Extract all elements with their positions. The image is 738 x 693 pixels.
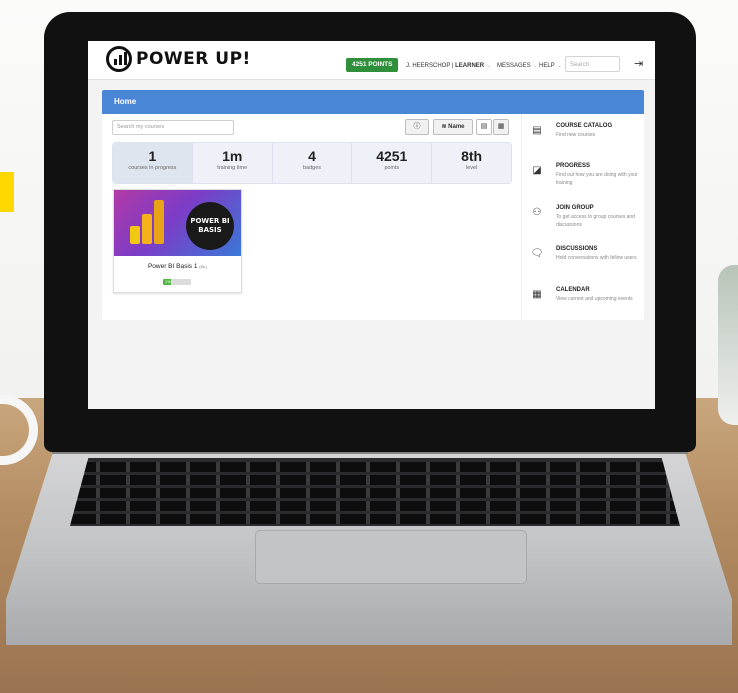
stat-training-time[interactable]: 1m training time xyxy=(193,143,273,183)
stack-icon: ≋ xyxy=(441,124,447,130)
keyboard xyxy=(70,458,680,526)
course-title[interactable]: Power BI Basis 1 (NL) xyxy=(114,263,241,270)
stat-badges[interactable]: 4 badges xyxy=(273,143,353,183)
trackpad xyxy=(255,530,527,584)
stat-points[interactable]: 4251 points xyxy=(352,143,433,183)
user-name: J. HEERSCHOP | xyxy=(406,63,454,69)
search-courses-input[interactable]: Search my courses xyxy=(112,120,234,135)
top-navigation-bar: POWER UP! 4251 POINTS J. HEERSCHOP | LEA… xyxy=(88,41,655,80)
logo[interactable]: POWER UP! xyxy=(106,46,251,72)
messages-menu[interactable]: MESSAGES ⌄ xyxy=(497,61,538,71)
grid-view-button[interactable]: ▦ xyxy=(493,119,509,135)
logout-icon[interactable]: ⇥ xyxy=(634,58,643,70)
sidebar-item-title: CALENDAR xyxy=(556,287,590,293)
user-menu[interactable]: J. HEERSCHOP | LEARNER ⌄ xyxy=(406,61,491,71)
chevron-down-icon: ⌄ xyxy=(556,63,562,69)
help-label: HELP xyxy=(539,63,555,69)
logo-text: POWER UP! xyxy=(136,49,251,69)
points-button[interactable]: 4251 POINTS xyxy=(346,58,399,72)
chart-icon: ◪ xyxy=(532,165,542,176)
sort-label: Name xyxy=(448,124,465,130)
course-thumbnail: POWER BI BASIS xyxy=(114,190,241,256)
laptop-screen: POWER UP! 4251 POINTS J. HEERSCHOP | LEA… xyxy=(88,41,655,409)
sidebar-item-desc: Find out how you are doing with your tra… xyxy=(556,172,638,186)
courses-section: Search my courses ⓘ ≋ Name ▤ ▦ 1 courses… xyxy=(102,114,522,320)
chevron-down-icon: ⌄ xyxy=(486,63,492,69)
sidebar-item-desc: To get access to group courses and discu… xyxy=(556,214,635,228)
stat-value: 1m xyxy=(222,148,243,164)
sidebar-item-desc: Find new courses xyxy=(556,132,596,138)
search-input[interactable]: Search xyxy=(565,56,620,72)
info-icon: ⓘ xyxy=(413,123,421,130)
plant-pot xyxy=(718,265,738,425)
info-button[interactable]: ⓘ xyxy=(405,119,429,135)
power-bi-logo-icon xyxy=(130,200,166,244)
stat-value: 4251 xyxy=(376,148,408,164)
badge-text: POWER BI xyxy=(190,217,230,225)
stat-label: level xyxy=(465,165,478,171)
messages-label: MESSAGES xyxy=(497,63,531,69)
stat-label: training time xyxy=(217,165,248,171)
sidebar-item-title: DISCUSSIONS xyxy=(556,246,598,252)
help-menu[interactable]: HELP ⌄ xyxy=(539,61,562,71)
list-view-button[interactable]: ▤ xyxy=(476,119,492,135)
calendar-icon: ▦ xyxy=(532,289,542,300)
group-icon: ⚇ xyxy=(532,207,542,218)
logo-bars-icon xyxy=(106,46,132,72)
sidebar-item-desc: Hold conversations with fellow users xyxy=(556,255,637,261)
badge-text: BASIS xyxy=(198,226,222,234)
stat-label: courses in progress xyxy=(128,165,177,171)
grid-icon: ▦ xyxy=(497,123,505,130)
book-icon: ▤ xyxy=(532,125,542,136)
list-icon: ▤ xyxy=(480,123,488,130)
user-role: LEARNER xyxy=(455,63,485,69)
sidebar-item-title: COURSE CATALOG xyxy=(556,123,613,129)
sidebar-item-desc: View current and upcoming events xyxy=(556,296,633,302)
stats-bar: 1 courses in progress 1m training time 4… xyxy=(112,142,512,184)
page-title: Home xyxy=(102,90,644,114)
stat-level[interactable]: 8th level xyxy=(432,143,511,183)
stat-courses[interactable]: 1 courses in progress xyxy=(113,143,193,183)
sidebar: ▤ COURSE CATALOG Find new courses ◪ PROG… xyxy=(521,114,645,320)
sort-name-button[interactable]: ≋ Name xyxy=(433,119,473,135)
course-card[interactable]: POWER BI BASIS Power BI Basis 1 (NL) 1% xyxy=(113,189,242,293)
stat-value: 4 xyxy=(308,148,316,164)
stat-label: badges xyxy=(302,165,322,171)
home-panel: Home Search my courses ⓘ ≋ Name ▤ ▦ 1 co… xyxy=(102,90,644,320)
stat-value: 8th xyxy=(461,148,483,164)
progress-label: 1% xyxy=(165,279,171,284)
chevron-down-icon: ⌄ xyxy=(532,63,538,69)
course-tag: (NL) xyxy=(199,264,208,269)
sidebar-item-title: PROGRESS xyxy=(556,163,591,169)
chat-icon: 🗨 xyxy=(530,248,544,259)
sidebar-item-title: JOIN GROUP xyxy=(556,205,594,211)
yellow-object xyxy=(0,172,14,212)
course-progress-bar: 1% xyxy=(163,279,191,285)
stat-label: points xyxy=(384,165,400,171)
stat-value: 1 xyxy=(148,148,157,164)
